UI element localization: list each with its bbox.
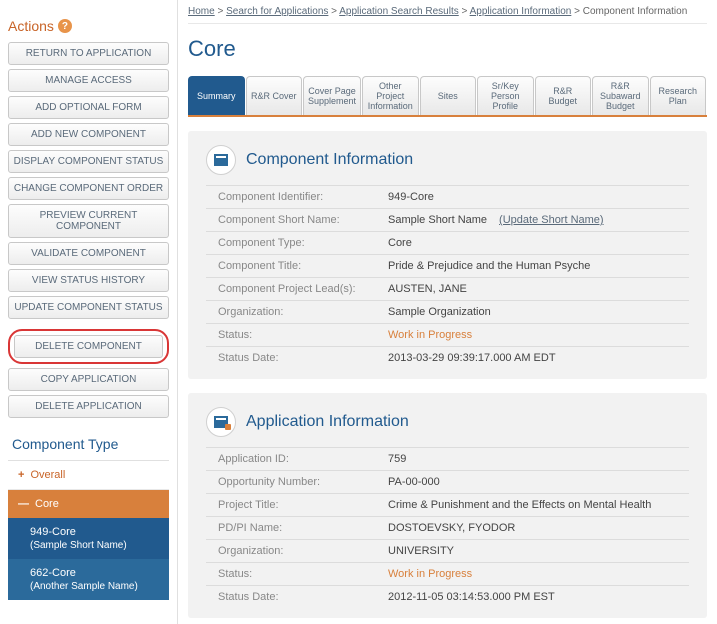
- app-org-value: UNIVERSITY: [388, 545, 454, 557]
- breadcrumb-search[interactable]: Search for Applications: [226, 6, 328, 17]
- main-content: Home > Search for Applications > Applica…: [178, 0, 717, 624]
- plus-icon: +: [18, 469, 24, 481]
- tab-summary[interactable]: Summary: [188, 76, 245, 115]
- change-component-order-button[interactable]: CHANGE COMPONENT ORDER: [8, 177, 169, 200]
- minus-icon: —: [18, 498, 29, 510]
- delete-component-highlight: DELETE COMPONENT: [8, 329, 169, 364]
- add-optional-form-button[interactable]: ADD OPTIONAL FORM: [8, 96, 169, 119]
- add-new-component-button[interactable]: ADD NEW COMPONENT: [8, 123, 169, 146]
- tab-cover-page-supplement[interactable]: Cover Page Supplement: [303, 76, 361, 115]
- delete-component-button[interactable]: DELETE COMPONENT: [14, 335, 163, 358]
- document-icon: [206, 145, 236, 175]
- breadcrumb-appinfo[interactable]: Application Information: [470, 6, 572, 17]
- breadcrumb-results[interactable]: Application Search Results: [339, 6, 459, 17]
- application-id-value: 759: [388, 453, 406, 465]
- view-status-history-button[interactable]: VIEW STATUS HISTORY: [8, 269, 169, 292]
- page-title: Core: [188, 36, 707, 62]
- component-org-value: Sample Organization: [388, 306, 491, 318]
- tab-sr-key-person[interactable]: Sr/Key Person Profile: [477, 76, 534, 115]
- tab-rr-subaward-budget[interactable]: R&R Subaward Budget: [592, 76, 649, 115]
- tabs: Summary R&R Cover Cover Page Supplement …: [188, 76, 707, 117]
- component-status-date-value: 2013-03-29 09:39:17.000 AM EDT: [388, 352, 556, 364]
- component-identifier-value: 949-Core: [388, 191, 434, 203]
- breadcrumb-home[interactable]: Home: [188, 6, 215, 17]
- validate-component-button[interactable]: VALIDATE COMPONENT: [8, 242, 169, 265]
- tree-sub-662[interactable]: 662-Core (Another Sample Name): [8, 559, 169, 600]
- breadcrumb: Home > Search for Applications > Applica…: [188, 6, 707, 24]
- tab-research-plan[interactable]: Research Plan: [650, 76, 707, 115]
- pdpi-name-value: DOSTOEVSKY, FYODOR: [388, 522, 515, 534]
- actions-title: Actions: [8, 18, 54, 34]
- component-title-value: Pride & Prejudice and the Human Psyche: [388, 260, 590, 272]
- manage-access-button[interactable]: MANAGE ACCESS: [8, 69, 169, 92]
- component-shortname-value: Sample Short Name(Update Short Name): [388, 214, 604, 226]
- component-type-title: Component Type: [8, 426, 169, 461]
- opportunity-number-value: PA-00-000: [388, 476, 440, 488]
- tab-rr-budget[interactable]: R&R Budget: [535, 76, 592, 115]
- help-icon[interactable]: ?: [58, 19, 72, 33]
- tree-sub-949[interactable]: 949-Core (Sample Short Name): [8, 518, 169, 559]
- copy-application-button[interactable]: COPY APPLICATION: [8, 368, 169, 391]
- component-info-title: Component Information: [246, 151, 413, 169]
- tab-rr-cover[interactable]: R&R Cover: [246, 76, 303, 115]
- project-title-value: Crime & Punishment and the Effects on Me…: [388, 499, 651, 511]
- component-status-value: Work in Progress: [388, 329, 472, 341]
- component-information-panel: Component Information Component Identifi…: [188, 131, 707, 379]
- update-component-status-button[interactable]: UPDATE COMPONENT STATUS: [8, 296, 169, 319]
- tab-other-project-information[interactable]: Other Project Information: [362, 76, 419, 115]
- app-status-value: Work in Progress: [388, 568, 472, 580]
- preview-current-component-button[interactable]: PREVIEW CURRENT COMPONENT: [8, 204, 169, 238]
- display-component-status-button[interactable]: DISPLAY COMPONENT STATUS: [8, 150, 169, 173]
- actions-header: Actions ?: [8, 8, 169, 34]
- document-icon: [206, 407, 236, 437]
- breadcrumb-current: Component Information: [583, 6, 688, 17]
- application-information-panel: Application Information Application ID:7…: [188, 393, 707, 618]
- tab-sites[interactable]: Sites: [420, 76, 477, 115]
- app-status-date-value: 2012-11-05 03:14:53.000 PM EST: [388, 591, 555, 603]
- component-lead-value: AUSTEN, JANE: [388, 283, 467, 295]
- app-info-title: Application Information: [246, 413, 409, 431]
- tree-item-core[interactable]: —Core: [8, 490, 169, 518]
- sidebar: Actions ? RETURN TO APPLICATION MANAGE A…: [0, 0, 178, 624]
- return-to-application-button[interactable]: RETURN TO APPLICATION: [8, 42, 169, 65]
- delete-application-button[interactable]: DELETE APPLICATION: [8, 395, 169, 418]
- tree-item-overall[interactable]: +Overall: [8, 461, 169, 490]
- update-short-name-link[interactable]: (Update Short Name): [499, 214, 604, 226]
- component-type-value: Core: [388, 237, 412, 249]
